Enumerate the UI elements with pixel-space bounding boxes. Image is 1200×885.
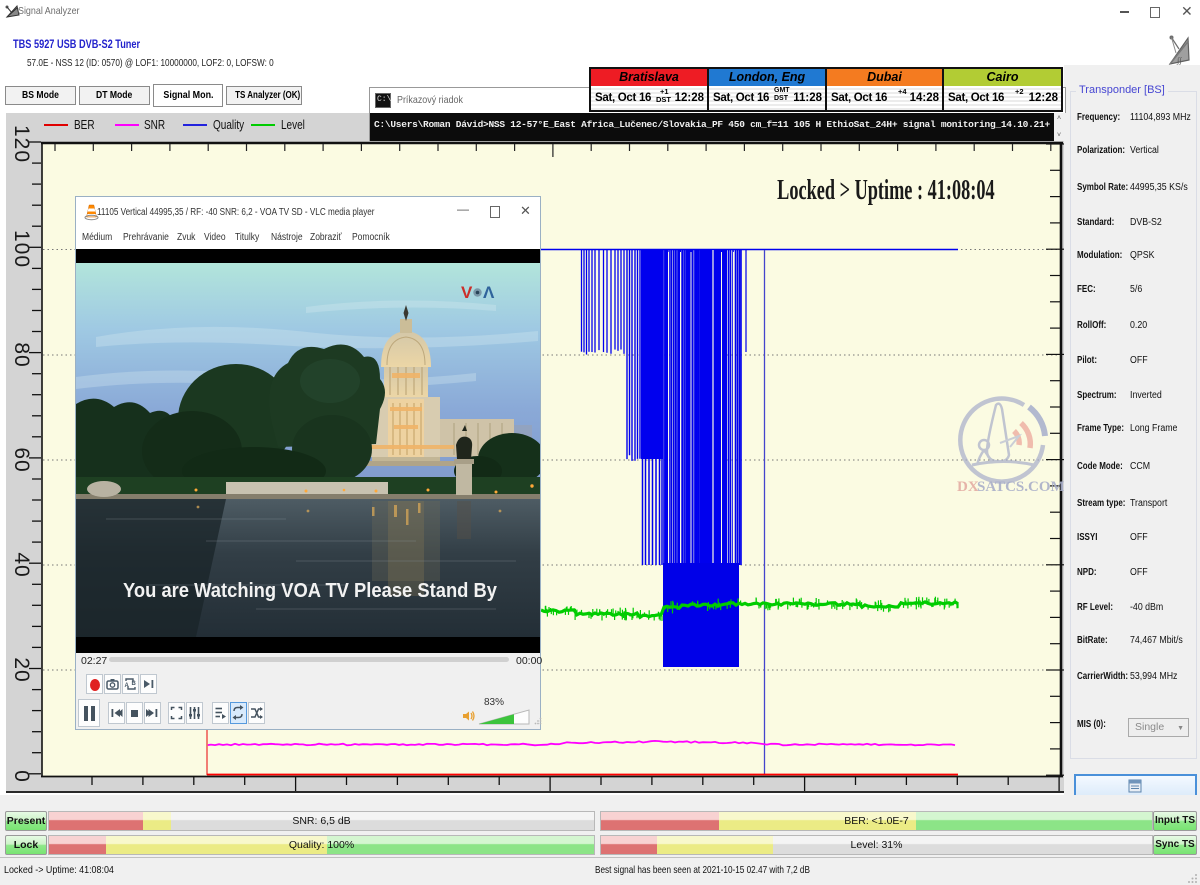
svg-text:DX: DX xyxy=(957,479,979,495)
svg-text:A: A xyxy=(125,683,130,689)
svg-text:You are Watching VOA TV Please: You are Watching VOA TV Please Stand By xyxy=(123,579,498,602)
svg-text:V: V xyxy=(461,283,473,302)
svg-text:B: B xyxy=(132,681,137,687)
svg-text:∫∫: ∫∫ xyxy=(1176,56,1182,65)
svg-text:SATCS.COM: SATCS.COM xyxy=(977,479,1064,495)
svg-text:Λ: Λ xyxy=(483,283,495,302)
